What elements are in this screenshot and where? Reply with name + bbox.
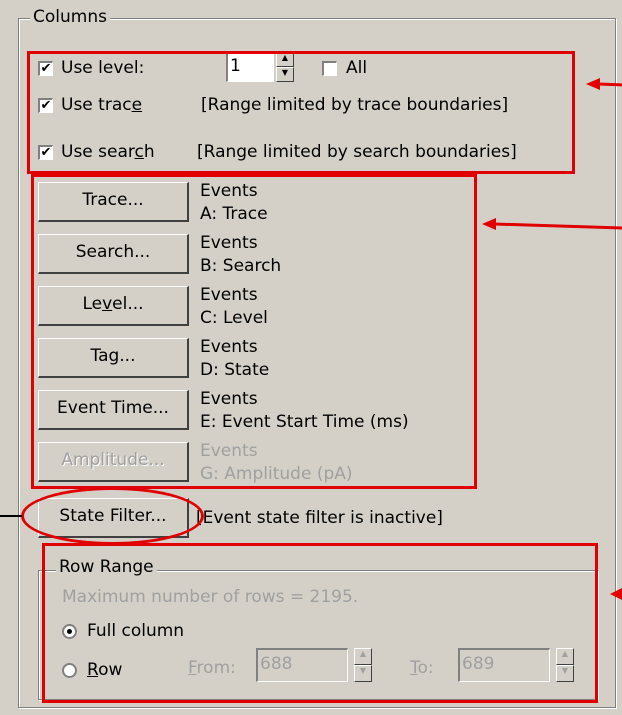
annotation-arrows <box>0 78 622 600</box>
arrow-row-range-icon <box>610 588 622 600</box>
arrow-event-buttons-icon <box>482 218 622 230</box>
arrow-checkboxes-icon <box>586 78 622 90</box>
